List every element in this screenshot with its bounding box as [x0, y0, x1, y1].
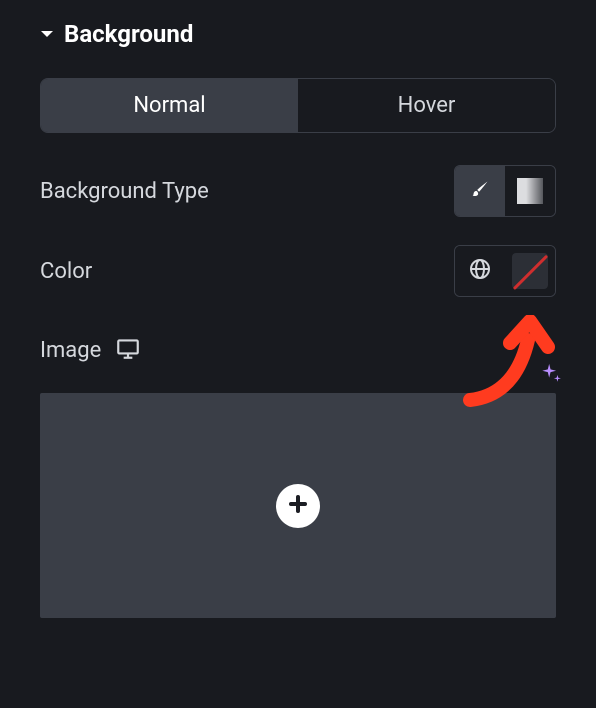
- desktop-icon[interactable]: [115, 335, 141, 365]
- section-header[interactable]: Background: [40, 20, 556, 48]
- brush-icon: [469, 178, 491, 204]
- background-type-gradient-button[interactable]: [505, 166, 555, 216]
- background-type-label: Background Type: [40, 179, 209, 204]
- image-label: Image: [40, 338, 101, 363]
- image-upload-area[interactable]: [40, 393, 556, 618]
- gradient-icon: [517, 178, 543, 204]
- section-title: Background: [64, 20, 193, 48]
- globe-icon: [468, 257, 492, 285]
- tab-normal[interactable]: Normal: [41, 79, 298, 132]
- caret-down-icon: [40, 27, 54, 41]
- color-label: Color: [40, 259, 92, 284]
- global-color-button[interactable]: [455, 246, 505, 296]
- plus-icon: [286, 492, 310, 520]
- add-image-button[interactable]: [276, 484, 320, 528]
- state-tabs: Normal Hover: [40, 78, 556, 133]
- background-type-row: Background Type: [40, 165, 556, 217]
- background-type-toggle: [454, 165, 556, 217]
- image-row: Image: [40, 325, 556, 375]
- color-picker-button[interactable]: [505, 246, 555, 296]
- color-row: Color: [40, 245, 556, 297]
- tab-hover[interactable]: Hover: [298, 79, 555, 132]
- background-type-classic-button[interactable]: [455, 166, 505, 216]
- color-swatch-none-icon: [512, 253, 548, 289]
- color-controls: [454, 245, 556, 297]
